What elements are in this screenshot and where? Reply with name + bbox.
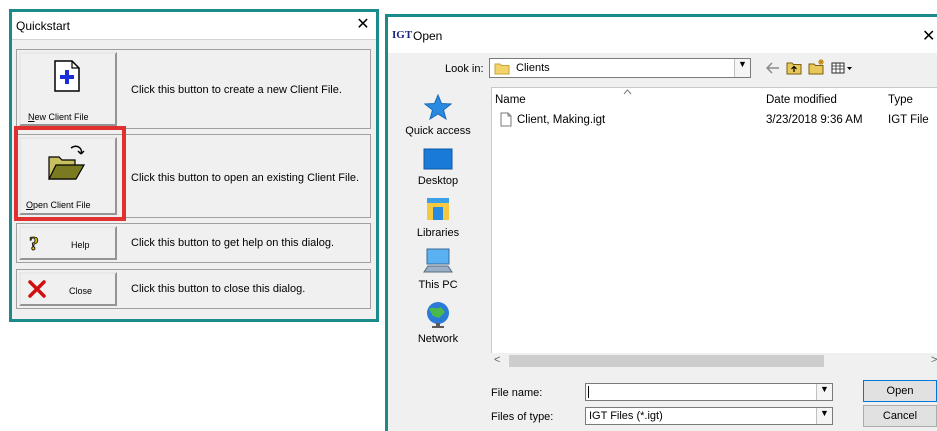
file-date-cell: 3/23/2018 9:36 AM — [766, 114, 863, 126]
files-of-type-label: Files of type: — [491, 411, 554, 423]
place-quick-access[interactable]: Quick access — [403, 93, 473, 137]
new-client-file-label: ew Client File — [34, 112, 89, 122]
new-client-file-button[interactable]: New Client File — [19, 52, 117, 126]
quickstart-dialog: Quickstart ✕ New Client File Click this … — [9, 9, 379, 322]
open-dialog: IGT Open ✕ Look in: Clients ▼ Quick acce… — [385, 14, 937, 431]
files-of-type-select[interactable]: IGT Files (*.igt) ▼ — [585, 407, 833, 425]
help-description: Click this button to get help on this di… — [131, 237, 335, 249]
open-client-file-highlight — [14, 126, 126, 221]
column-header-name[interactable]: Name — [495, 94, 526, 106]
look-in-label: Look in: — [445, 63, 484, 75]
close-button-label: Close — [69, 286, 93, 296]
close-description: Click this button to close this dialog. — [131, 283, 306, 295]
back-arrow-icon[interactable] — [766, 62, 780, 74]
column-header-date-modified[interactable]: Date modified — [766, 94, 837, 106]
text-cursor — [588, 386, 589, 398]
new-client-file-row: New Client File Click this button to cre… — [16, 49, 371, 129]
open-dialog-title: Open — [413, 29, 443, 43]
scroll-left-icon[interactable]: < — [494, 354, 500, 366]
places-bar: Quick access Desktop Libraries This PC N… — [403, 88, 473, 370]
computer-icon — [423, 248, 453, 273]
quickstart-title: Quickstart — [16, 19, 71, 33]
igt-logo: IGT — [392, 29, 413, 41]
quickstart-title-bar: Quickstart ✕ — [12, 12, 376, 40]
help-row: ? Help Click this button to get help on … — [16, 223, 371, 263]
file-list: Name Date modified Type Client, Making.i… — [491, 87, 937, 369]
file-icon — [500, 112, 512, 127]
scroll-right-icon[interactable]: > — [931, 354, 937, 366]
star-icon — [423, 93, 453, 121]
file-name-label: File name: — [491, 387, 543, 399]
open-dialog-title-bar: IGT Open ✕ — [388, 17, 937, 53]
up-folder-icon[interactable] — [786, 61, 802, 75]
scrollbar-thumb[interactable] — [509, 355, 824, 367]
files-of-type-value: IGT Files (*.igt) — [589, 410, 663, 422]
place-network[interactable]: Network — [403, 300, 473, 345]
file-name-field[interactable]: ▼ — [585, 383, 833, 401]
file-name-dropdown-icon[interactable]: ▼ — [816, 384, 832, 400]
open-client-file-description: Click this button to open an existing Cl… — [131, 172, 360, 184]
new-client-file-description: Click this button to create a new Client… — [131, 84, 342, 96]
column-header-type[interactable]: Type — [888, 94, 913, 106]
open-button[interactable]: Open — [863, 380, 937, 402]
close-x-icon — [28, 280, 46, 298]
close-row: Close Click this button to close this di… — [16, 269, 371, 309]
help-button[interactable]: ? Help — [19, 226, 117, 260]
close-button[interactable]: Close — [19, 272, 117, 306]
horizontal-scrollbar[interactable]: < > — [491, 353, 937, 369]
files-of-type-dropdown-icon[interactable]: ▼ — [816, 408, 832, 424]
file-name-cell: Client, Making.igt — [517, 114, 606, 126]
new-folder-icon[interactable] — [808, 59, 826, 75]
help-question-icon: ? — [29, 233, 40, 253]
cancel-button[interactable]: Cancel — [863, 405, 937, 427]
look-in-value: Clients — [516, 62, 550, 74]
quickstart-close-icon[interactable]: ✕ — [352, 14, 374, 36]
network-icon — [427, 302, 449, 328]
libraries-icon — [427, 198, 449, 220]
desktop-icon — [423, 148, 453, 170]
folder-icon — [494, 63, 510, 75]
place-this-pc[interactable]: This PC — [403, 248, 473, 291]
place-desktop[interactable]: Desktop — [403, 148, 473, 187]
svg-text:?: ? — [29, 233, 39, 253]
open-dialog-close-icon[interactable]: ✕ — [922, 26, 935, 46]
look-in-combo[interactable]: Clients ▼ — [489, 58, 751, 78]
file-type-cell: IGT File — [888, 114, 929, 126]
file-row[interactable]: Client, Making.igt 3/23/2018 9:36 AM IGT… — [492, 111, 937, 131]
sort-up-icon — [623, 89, 632, 95]
place-libraries[interactable]: Libraries — [403, 196, 473, 239]
new-file-icon — [54, 60, 80, 92]
help-button-label: Help — [71, 240, 90, 250]
chevron-down-icon[interactable]: ▼ — [734, 59, 750, 77]
view-menu-icon[interactable] — [831, 62, 853, 74]
